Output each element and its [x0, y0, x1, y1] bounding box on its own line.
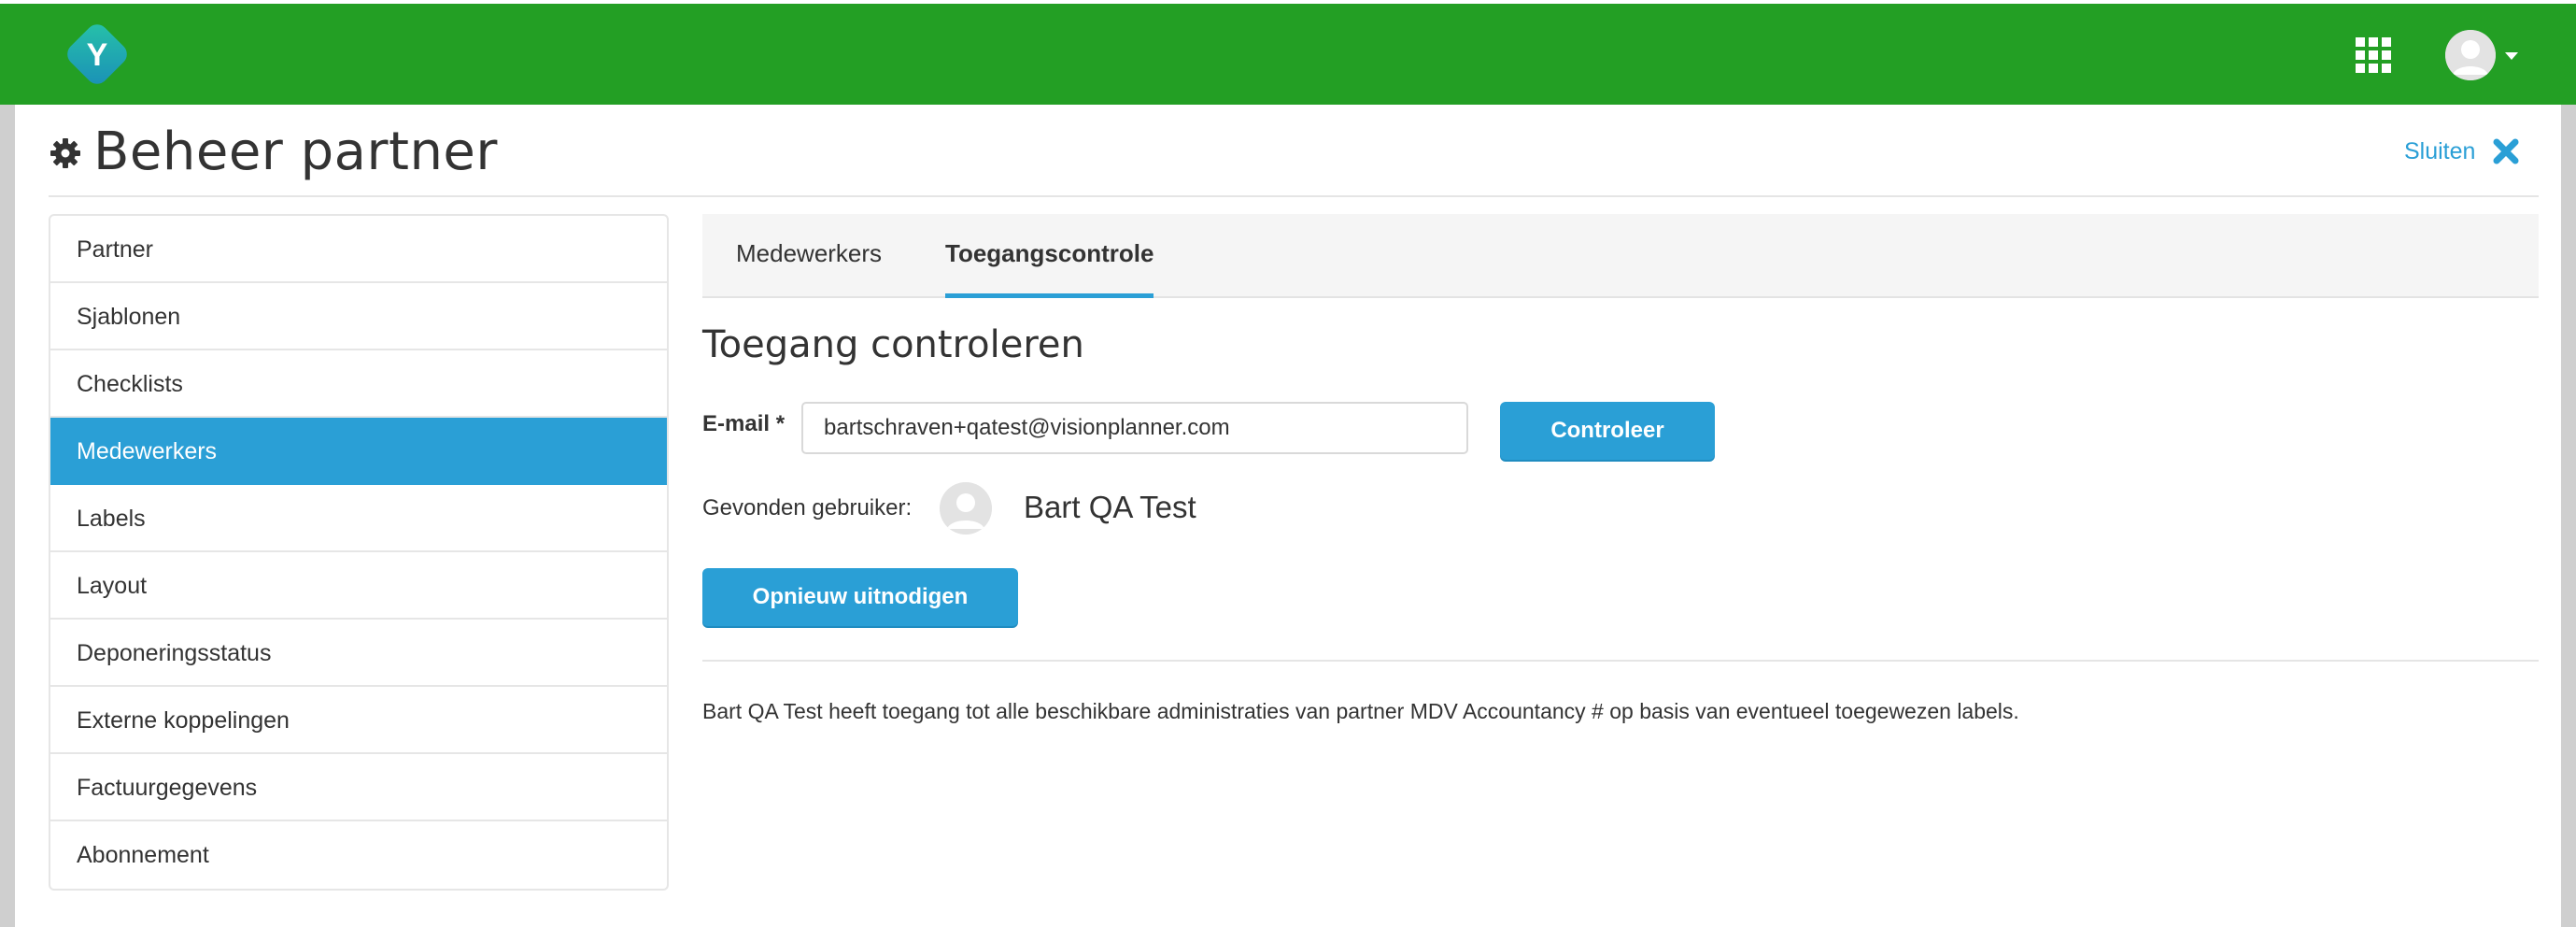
sidebar-nav: Partner Sjablonen Checklists Medewerkers…	[49, 214, 669, 891]
sidebar-item-labels[interactable]: Labels	[50, 485, 667, 552]
email-field[interactable]	[801, 402, 1468, 454]
left-frame-edge	[0, 105, 15, 927]
user-avatar-icon	[2445, 30, 2496, 80]
avatar	[940, 482, 992, 535]
sidebar-item-medewerkers[interactable]: Medewerkers	[50, 418, 667, 485]
app-logo[interactable]: Y	[60, 17, 134, 92]
access-info-text: Bart QA Test heeft toegang tot alle besc…	[702, 699, 2019, 723]
sidebar-item-sjablonen[interactable]: Sjablonen	[50, 283, 667, 350]
active-tab-indicator	[945, 293, 1154, 298]
close-link[interactable]: Sluiten	[2404, 131, 2520, 172]
sidebar-item-partner[interactable]: Partner	[50, 216, 667, 283]
gear-icon	[50, 138, 80, 168]
sidebar-item-factuurgegevens[interactable]: Factuurgegevens	[50, 754, 667, 821]
content-divider	[702, 660, 2539, 662]
found-user-label: Gevonden gebruiker:	[702, 495, 913, 521]
tab-toegangscontrole[interactable]: Toegangscontrole	[945, 214, 1154, 298]
sidebar-item-abonnement[interactable]: Abonnement	[50, 821, 667, 889]
sidebar-item-externe-koppelingen[interactable]: Externe koppelingen	[50, 687, 667, 754]
tab-medewerkers[interactable]: Medewerkers	[736, 214, 882, 296]
found-user-name: Bart QA Test	[1024, 490, 1196, 524]
page-title: Beheer partner	[93, 121, 498, 182]
top-navbar: Y	[0, 0, 2576, 105]
header-divider	[49, 195, 2539, 197]
sidebar-item-deponeringsstatus[interactable]: Deponeringsstatus	[50, 620, 667, 687]
right-frame-edge	[2561, 105, 2576, 927]
sidebar-item-checklists[interactable]: Checklists	[50, 350, 667, 418]
user-avatar-icon	[940, 482, 992, 535]
tab-bar: Medewerkers Toegangscontrole	[702, 214, 2539, 298]
close-label: Sluiten	[2404, 137, 2476, 164]
tab-label: Medewerkers	[736, 239, 883, 267]
check-button[interactable]: Controleer	[1500, 402, 1715, 460]
close-icon	[2493, 138, 2519, 164]
user-menu[interactable]	[2445, 30, 2520, 82]
tab-label: Toegangscontrole	[945, 239, 1154, 267]
section-title: Toegang controleren	[702, 323, 1084, 366]
logo-letter: Y	[87, 37, 108, 73]
sidebar-item-layout[interactable]: Layout	[50, 552, 667, 620]
grid-icon[interactable]	[2356, 37, 2391, 73]
reinvite-button[interactable]: Opnieuw uitnodigen	[702, 568, 1018, 626]
chevron-down-icon	[2505, 52, 2518, 60]
email-label: E-mail *	[702, 411, 786, 436]
